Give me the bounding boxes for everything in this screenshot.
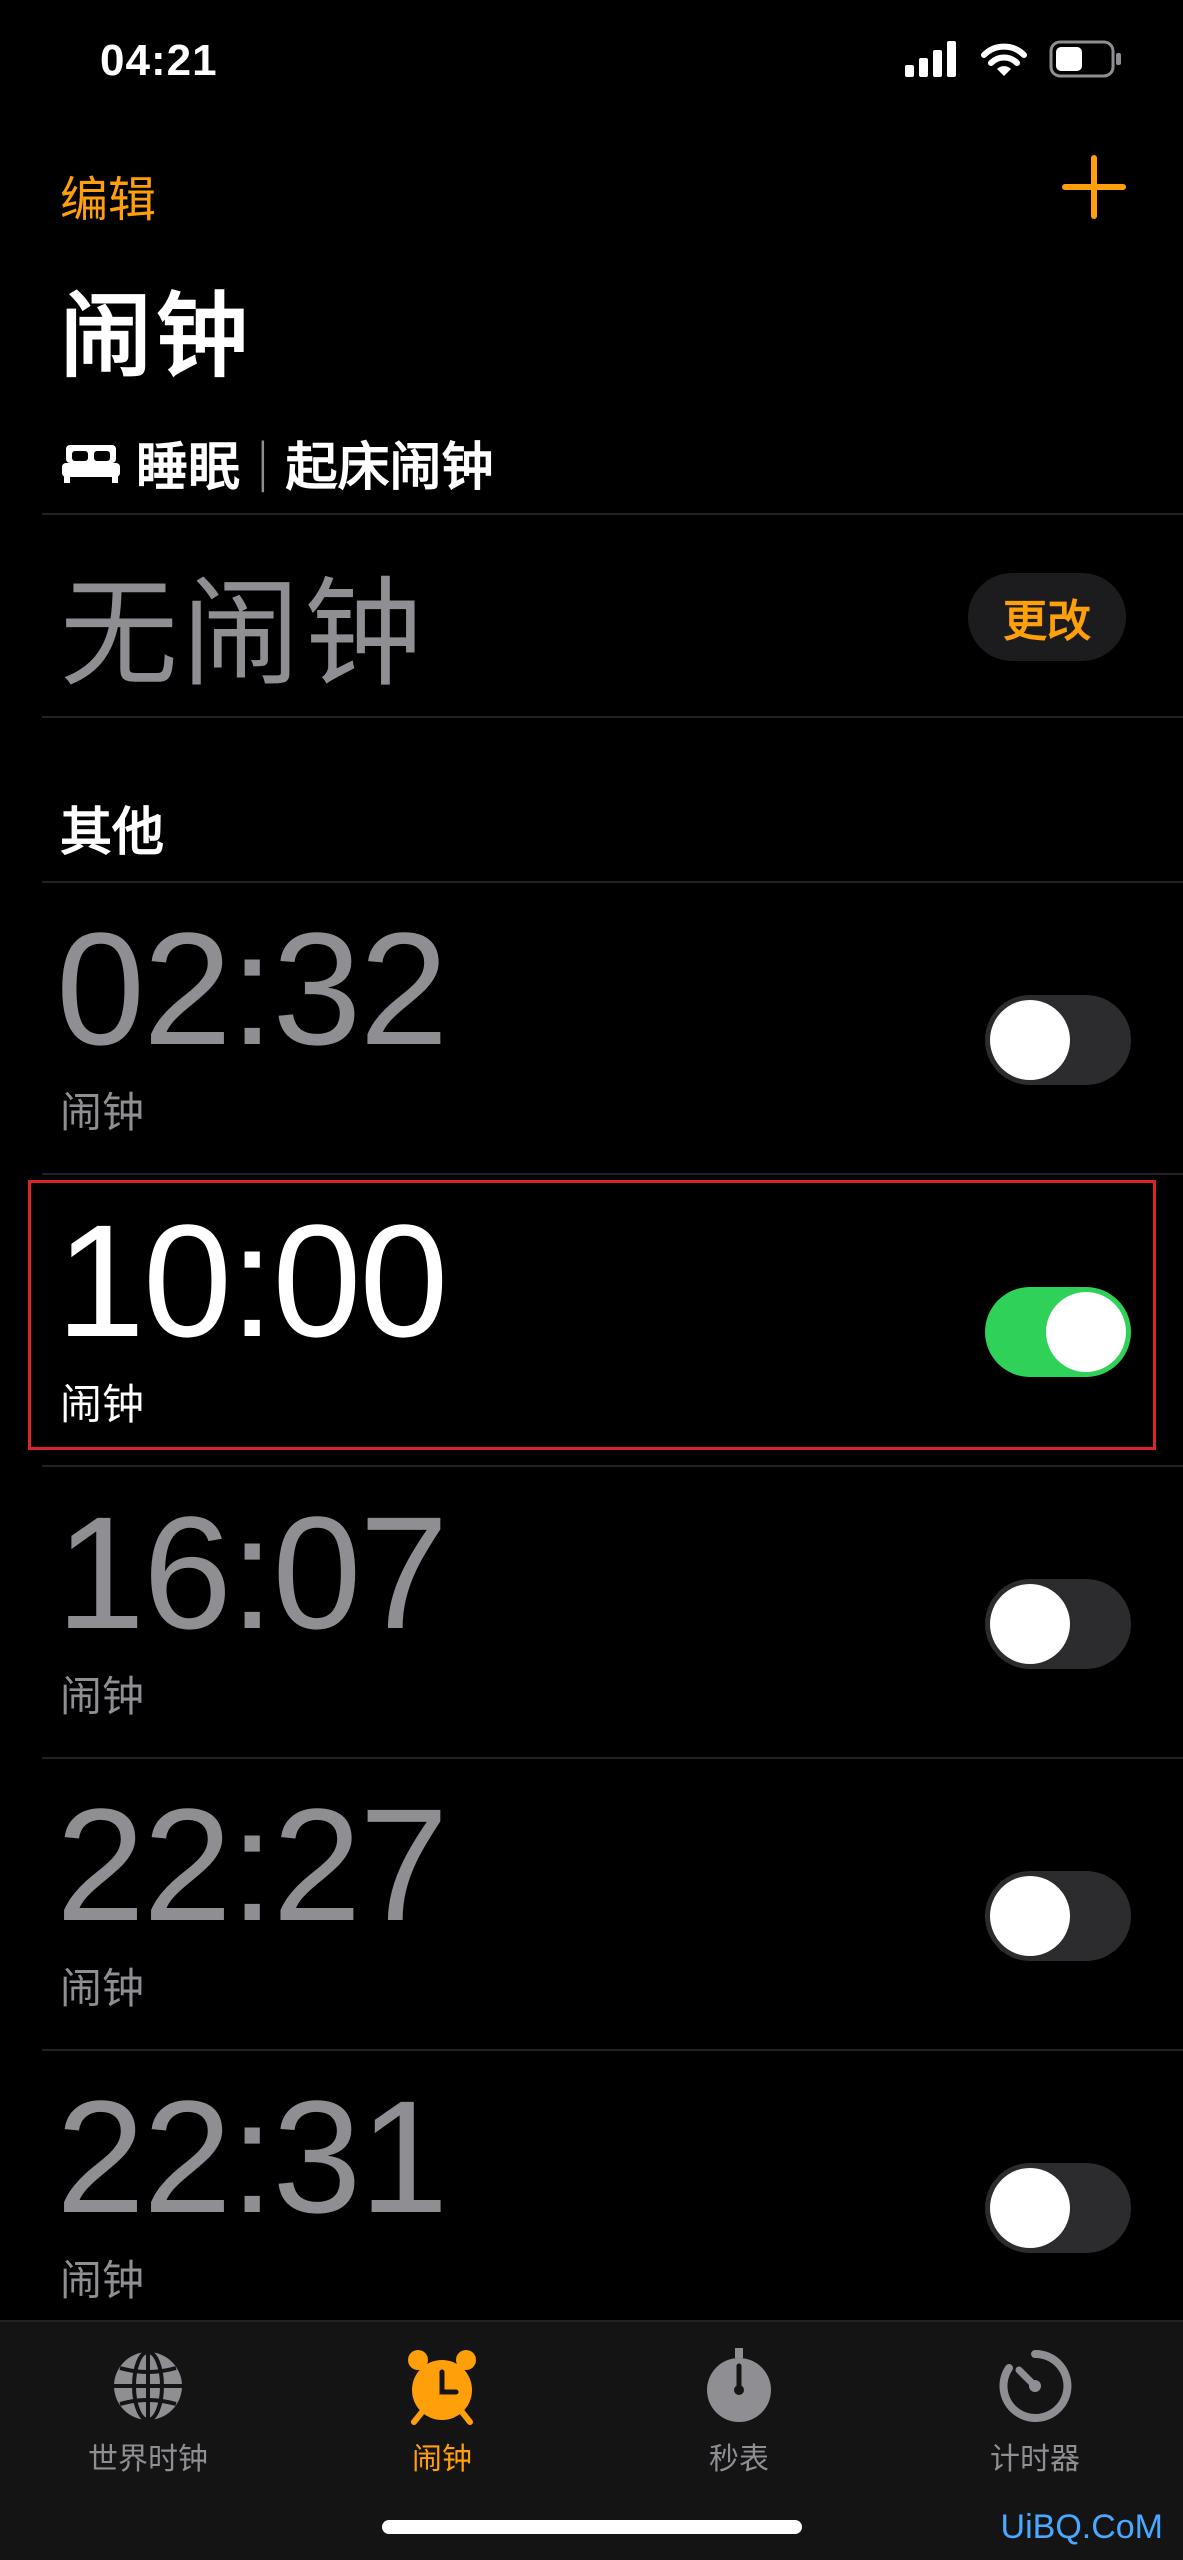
alarm-toggle[interactable] — [985, 1579, 1131, 1669]
divider — [42, 716, 1183, 718]
alarm-toggle[interactable] — [985, 2163, 1131, 2253]
home-indicator[interactable] — [382, 2520, 802, 2534]
edit-button[interactable]: 编辑 — [60, 160, 156, 230]
tab-label: 计时器 — [990, 2442, 1080, 2477]
alarm-label: 闹钟 — [60, 1088, 145, 1137]
tab-label: 世界时钟 — [88, 2442, 208, 2477]
alarm-label: 闹钟 — [60, 1964, 145, 2013]
sleep-alarm-status: 无闹钟 — [60, 565, 427, 703]
status-time: 04:21 — [100, 36, 218, 85]
alarm-toggle[interactable] — [985, 1871, 1131, 1961]
tab-world-clock[interactable]: 世界时钟 — [38, 2346, 258, 2478]
stopwatch-icon — [707, 2348, 771, 2422]
globe-icon — [114, 2350, 182, 2422]
timer-icon — [999, 2349, 1072, 2422]
tab-timer[interactable]: 计时器 — [925, 2346, 1145, 2478]
change-sleep-button[interactable]: 更改 — [968, 573, 1126, 661]
alarm-toggle[interactable] — [985, 995, 1131, 1085]
tab-alarm[interactable]: 闹钟 — [332, 2346, 552, 2478]
alarm-label: 闹钟 — [60, 2256, 145, 2305]
alarm-time: 22:31 — [56, 2067, 448, 2246]
status-icons — [905, 40, 1123, 78]
divider — [42, 513, 1183, 515]
toggle-knob — [990, 1876, 1070, 1956]
battery-icon — [1049, 40, 1121, 78]
alarm-row[interactable]: 22:27 闹钟 — [42, 1759, 1183, 2051]
sleep-section-header: 睡眠 | 起床闹钟 — [60, 425, 494, 500]
page-title: 闹钟 — [60, 283, 253, 390]
tab-stopwatch[interactable]: 秒表 — [629, 2346, 849, 2478]
toggle-knob — [990, 1000, 1070, 1080]
alarm-time: 16:07 — [56, 1483, 448, 1662]
bed-icon — [62, 444, 120, 483]
highlight-box — [28, 1180, 1156, 1450]
tab-label: 秒表 — [709, 2442, 769, 2477]
sleep-separator: | — [254, 432, 272, 493]
add-alarm-icon[interactable] — [1059, 152, 1129, 222]
alarm-row[interactable]: 22:31 闹钟 — [42, 2051, 1183, 2343]
alarm-time: 22:27 — [56, 1775, 448, 1954]
toggle-knob — [990, 1584, 1070, 1664]
alarm-row[interactable]: 16:07 闹钟 — [42, 1467, 1183, 1759]
tab-label: 闹钟 — [412, 2442, 472, 2477]
toggle-knob — [990, 2168, 1070, 2248]
alarm-label: 闹钟 — [60, 1672, 145, 1721]
sleep-title: 睡眠 — [136, 438, 241, 498]
alarm-clock-icon — [408, 2350, 476, 2425]
other-section-header: 其他 — [60, 803, 165, 863]
wifi-icon — [981, 43, 1027, 76]
watermark: UiBQ.CoM — [1000, 2508, 1163, 2546]
alarm-time: 02:32 — [56, 899, 448, 1078]
cellular-signal-icon — [905, 41, 956, 77]
alarm-row[interactable]: 02:32 闹钟 — [42, 883, 1183, 1175]
wake-up-title: 起床闹钟 — [285, 438, 494, 498]
